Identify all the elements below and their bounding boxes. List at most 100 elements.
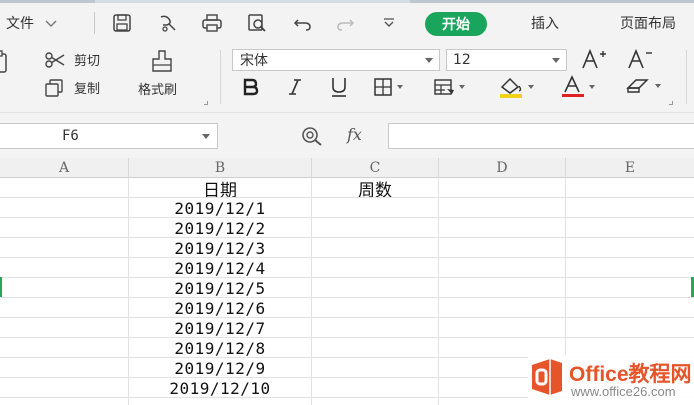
redo-button[interactable] bbox=[334, 12, 356, 34]
chevron-down-icon bbox=[425, 58, 433, 63]
grid-line bbox=[0, 297, 694, 298]
grid-line bbox=[0, 277, 694, 278]
copy-label: 复制 bbox=[74, 82, 101, 97]
redo-icon bbox=[337, 19, 355, 31]
chevron-down-icon bbox=[459, 85, 465, 89]
paint-bucket-icon bbox=[500, 77, 522, 98]
grid-line bbox=[438, 178, 439, 405]
cut-label: 剪切 bbox=[74, 54, 101, 69]
grid-line bbox=[311, 178, 312, 405]
chevron-down-icon bbox=[552, 58, 560, 63]
chevron-down-icon bbox=[202, 134, 210, 139]
date-cell[interactable]: 2019/12/10 bbox=[129, 378, 311, 398]
font-size-select[interactable]: 12 bbox=[446, 49, 567, 71]
fx-icon: fx bbox=[347, 125, 362, 144]
grid-line bbox=[0, 237, 694, 238]
grid-line bbox=[0, 217, 694, 218]
undo-button[interactable] bbox=[292, 12, 314, 34]
save-icon bbox=[113, 14, 131, 32]
tab-page-layout[interactable]: 页面布局 bbox=[620, 12, 676, 34]
date-cell[interactable]: 2019/12/9 bbox=[129, 358, 311, 378]
print-icon bbox=[202, 14, 222, 32]
chevron-down-icon bbox=[45, 20, 57, 27]
customize-quick-access-button[interactable] bbox=[382, 12, 396, 34]
file-menu-label: 文件 bbox=[6, 16, 34, 32]
format-painter-button[interactable] bbox=[149, 49, 175, 75]
fill-format-button[interactable] bbox=[433, 77, 465, 97]
format-painter-label-wrap[interactable]: 格式刷 bbox=[138, 79, 177, 98]
output-pdf-button[interactable] bbox=[157, 12, 179, 34]
print-preview-button[interactable] bbox=[246, 12, 268, 34]
font-name-value: 宋体 bbox=[240, 53, 268, 69]
chevron-down-icon bbox=[655, 84, 661, 88]
date-cell[interactable]: 2019/12/2 bbox=[129, 218, 311, 238]
scissors-icon bbox=[45, 51, 65, 68]
copy-button[interactable]: 复制 bbox=[44, 78, 100, 97]
increase-font-size-button[interactable] bbox=[581, 48, 609, 70]
top-tab-strip bbox=[0, 0, 694, 3]
grid-line bbox=[0, 257, 694, 258]
name-box[interactable]: F6 bbox=[0, 123, 218, 149]
decrease-font-size-button[interactable] bbox=[627, 48, 655, 70]
borders-icon bbox=[374, 78, 392, 96]
column-header-d[interactable]: D bbox=[439, 158, 566, 178]
date-cell[interactable]: 2019/12/4 bbox=[129, 258, 311, 278]
cell-b1[interactable]: 日期 bbox=[129, 178, 311, 201]
table-style-icon bbox=[434, 79, 454, 95]
ribbon-divider bbox=[220, 50, 221, 104]
bold-icon bbox=[243, 78, 259, 96]
find-function-button[interactable] bbox=[300, 125, 326, 151]
grid-line bbox=[0, 197, 694, 198]
watermark-url: www.office26.com bbox=[571, 384, 676, 399]
grid-line bbox=[0, 317, 694, 318]
column-header-a[interactable]: A bbox=[0, 158, 129, 178]
tab-start-label: 开始 bbox=[442, 17, 470, 33]
tab-page-layout-label: 页面布局 bbox=[620, 16, 676, 32]
print-preview-icon bbox=[248, 14, 266, 32]
column-header-e[interactable]: E bbox=[566, 158, 694, 178]
paste-button[interactable] bbox=[0, 50, 10, 74]
row-selection-marker bbox=[0, 277, 2, 297]
date-cell[interactable]: 2019/12/5 bbox=[129, 278, 311, 298]
clear-format-button[interactable] bbox=[625, 76, 661, 96]
cell-reference: F6 bbox=[62, 128, 79, 144]
file-menu[interactable]: 文件 bbox=[6, 12, 58, 34]
borders-button[interactable] bbox=[373, 77, 403, 97]
format-painter-label: 格式刷 bbox=[138, 83, 178, 98]
copy-icon bbox=[45, 78, 63, 97]
fill-color-button[interactable] bbox=[498, 75, 534, 99]
formula-input[interactable] bbox=[388, 123, 694, 149]
tab-insert[interactable]: 插入 bbox=[531, 12, 559, 34]
tab-start[interactable]: 开始 bbox=[425, 12, 487, 36]
undo-icon bbox=[293, 19, 311, 31]
chevron-down-icon bbox=[589, 85, 595, 89]
font-name-select[interactable]: 宋体 bbox=[232, 49, 440, 71]
font-color-button[interactable] bbox=[561, 75, 595, 99]
format-painter-icon bbox=[152, 50, 172, 72]
office-logo-icon bbox=[530, 357, 564, 397]
date-cell[interactable]: 2019/12/6 bbox=[129, 298, 311, 318]
font-dialog-launcher[interactable] bbox=[669, 101, 673, 105]
italic-button[interactable] bbox=[286, 77, 304, 97]
grid-line bbox=[0, 337, 694, 338]
print-button[interactable] bbox=[201, 12, 223, 34]
underline-button[interactable] bbox=[329, 76, 349, 98]
date-cell[interactable]: 2019/12/8 bbox=[129, 338, 311, 358]
chevron-down-icon bbox=[528, 85, 534, 89]
export-icon bbox=[160, 15, 176, 32]
cell-c1[interactable]: 周数 bbox=[312, 178, 438, 201]
save-button[interactable] bbox=[112, 12, 132, 34]
cut-button[interactable]: 剪切 bbox=[44, 50, 100, 69]
underline-icon bbox=[332, 78, 346, 97]
date-cell[interactable]: 2019/12/1 bbox=[129, 198, 311, 218]
insert-function-button[interactable]: fx bbox=[347, 125, 362, 144]
bold-button[interactable] bbox=[241, 77, 261, 97]
date-cell[interactable]: 2019/12/3 bbox=[129, 238, 311, 258]
paste-icon bbox=[0, 50, 7, 73]
date-cell[interactable]: 2019/12/7 bbox=[129, 318, 311, 338]
chevron-down-icon bbox=[397, 85, 403, 89]
increase-font-icon bbox=[582, 48, 606, 69]
column-header-row: A B C D E bbox=[0, 158, 694, 178]
zoom-search-icon bbox=[302, 127, 322, 146]
clipboard-dialog-launcher[interactable] bbox=[204, 101, 208, 105]
